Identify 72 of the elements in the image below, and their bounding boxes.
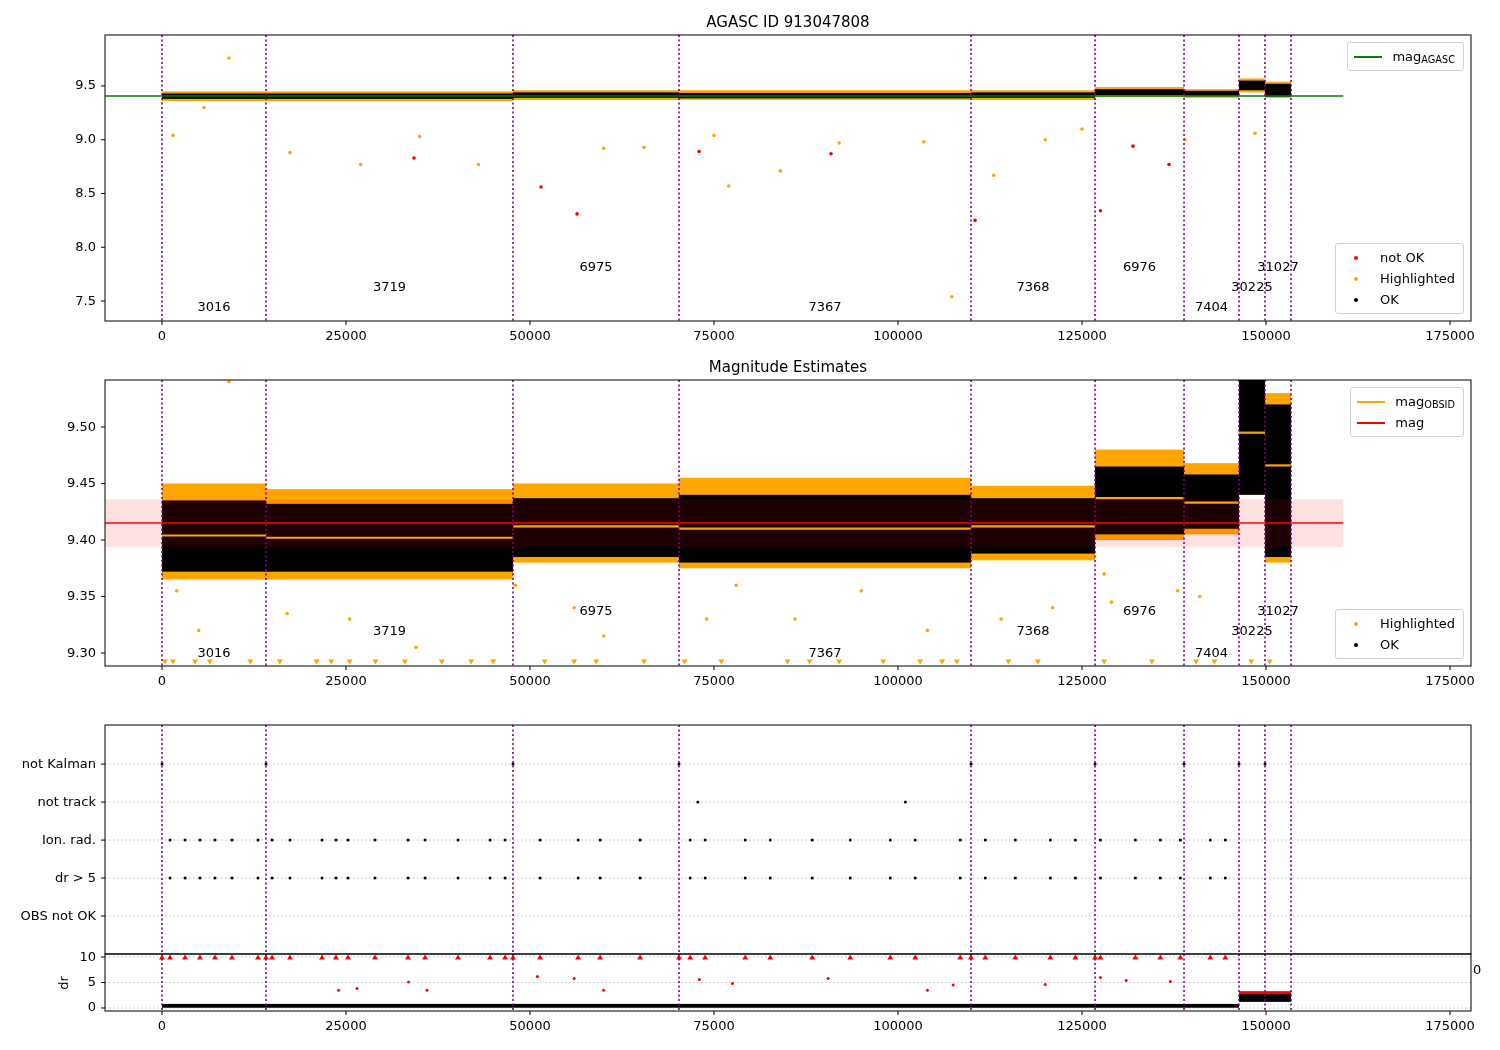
tick-label: dr > 5 <box>54 869 96 885</box>
tick-label: 0 <box>157 672 167 688</box>
tick-label: 175000 <box>1425 672 1475 688</box>
tick-label: 25000 <box>325 672 367 688</box>
obsid-label: 6975 <box>579 258 613 274</box>
chart-title: Magnitude Estimates <box>708 357 868 376</box>
tick-label: not Kalman <box>21 755 96 771</box>
tick-label: 150000 <box>1241 672 1291 688</box>
tick-label: 125000 <box>1057 327 1107 343</box>
tick-label: 75000 <box>693 1017 735 1033</box>
tick-label: 8.5 <box>75 185 96 200</box>
tick-label: 8.0 <box>75 238 96 254</box>
tick-label: 75000 <box>693 327 735 343</box>
tick-label: 175000 <box>1425 1017 1475 1033</box>
tick-label: 100000 <box>873 672 923 688</box>
obsid-label: 7404 <box>1194 644 1229 660</box>
tick-label: OBS not OK <box>20 907 96 923</box>
obsid-label: 30225 <box>1231 623 1273 639</box>
obsid-label: 6976 <box>1123 602 1157 618</box>
obsid-label: 3719 <box>372 278 407 294</box>
obsid-label: 6976 <box>1123 258 1157 274</box>
legend-label: not OK <box>1380 248 1426 267</box>
obsid-label: 7367 <box>808 298 842 314</box>
obsid-label: 7368 <box>1016 623 1050 639</box>
tick-label: 100000 <box>873 1017 923 1033</box>
tick-label: 100000 <box>873 327 923 343</box>
obsid-label: 31027 <box>1257 258 1299 274</box>
obsid-label: 31027 <box>1257 602 1299 618</box>
tick-label: 175000 <box>1425 327 1475 343</box>
tick-label: not track <box>37 793 96 809</box>
tick-label: Ion. rad. <box>42 831 96 847</box>
tick-label: 0 <box>1473 961 1482 977</box>
tick-label: 9.50 <box>67 418 96 434</box>
chart-title: AGASC ID 913047808 <box>706 12 870 31</box>
tick-label: 50000 <box>509 1017 551 1033</box>
tick-label: 5 <box>87 974 96 989</box>
obsid-label: 7368 <box>1016 278 1050 294</box>
legend-label: mag$_{AGASC}$ <box>1392 47 1456 67</box>
tick-label: 150000 <box>1241 1017 1291 1033</box>
tick-label: 7.5 <box>75 292 96 308</box>
tick-label: 0 <box>157 1017 167 1033</box>
tick-label: 50000 <box>509 672 551 688</box>
tick-label: 10 <box>79 948 96 964</box>
legend-label: Highlighted <box>1380 269 1456 288</box>
obsid-label: 6975 <box>579 602 613 618</box>
tick-label: 50000 <box>509 327 551 343</box>
tick-label: 150000 <box>1241 327 1291 343</box>
tick-label: 9.30 <box>67 644 96 660</box>
tick-label: 25000 <box>325 327 367 343</box>
obsid-label: 3016 <box>197 644 231 660</box>
obsid-label: 7367 <box>808 644 842 660</box>
obsid-label: 3719 <box>372 623 407 639</box>
legend-label: mag <box>1395 413 1426 432</box>
tick-label: 9.45 <box>67 475 96 490</box>
obsid-label: 3016 <box>197 298 231 314</box>
tick-label: 0 <box>87 999 96 1015</box>
tick-label: 0 <box>157 327 167 343</box>
tick-label: 9.0 <box>75 131 96 147</box>
axis-label: dr <box>55 976 72 990</box>
tick-label: 125000 <box>1057 672 1107 688</box>
legend-label: OK <box>1380 635 1400 654</box>
obsid-label: 7404 <box>1194 298 1229 314</box>
tick-label: 75000 <box>693 672 735 688</box>
tick-label: 125000 <box>1057 1017 1107 1033</box>
tick-label: 9.35 <box>67 588 96 603</box>
obsid-label: 30225 <box>1231 278 1273 294</box>
legend-label: Highlighted <box>1380 614 1456 633</box>
legend-label: mag$_{OBSID}$ <box>1395 392 1456 412</box>
legend-label: OK <box>1380 290 1400 309</box>
tick-label: 9.5 <box>75 77 96 93</box>
tick-label: 25000 <box>325 1017 367 1033</box>
tick-label: 9.40 <box>67 531 96 547</box>
